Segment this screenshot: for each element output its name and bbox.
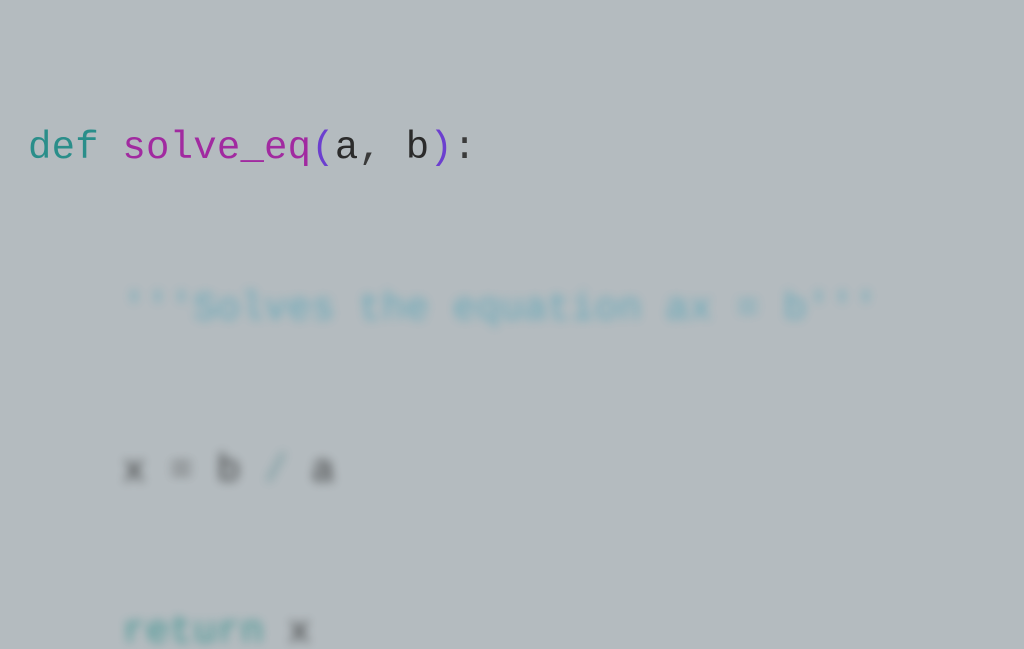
paren-open: ( bbox=[311, 126, 335, 170]
comma: , bbox=[358, 126, 405, 170]
keyword-def: def bbox=[28, 126, 122, 170]
param-a: a bbox=[335, 126, 359, 170]
var-a: a bbox=[311, 449, 335, 493]
docstring: '''Solves the equation ax = b''' bbox=[122, 287, 877, 331]
code-line-3: x = b / a bbox=[0, 445, 1024, 499]
keyword-return: return bbox=[122, 610, 287, 649]
code-editor[interactable]: def solve_eq(a, b): '''Solves the equati… bbox=[0, 0, 1024, 649]
paren-close: ) bbox=[429, 126, 453, 170]
divide: / bbox=[264, 449, 311, 493]
function-name: solve_eq bbox=[122, 126, 311, 170]
code-line-4: return x bbox=[0, 606, 1024, 649]
colon: : bbox=[453, 126, 477, 170]
code-line-1: def solve_eq(a, b): bbox=[0, 122, 1024, 176]
equals: = bbox=[170, 449, 217, 493]
param-b: b bbox=[406, 126, 430, 170]
var-x: x bbox=[288, 610, 312, 649]
var-x: x bbox=[122, 449, 169, 493]
var-b: b bbox=[217, 449, 264, 493]
code-line-2: '''Solves the equation ax = b''' bbox=[0, 283, 1024, 337]
